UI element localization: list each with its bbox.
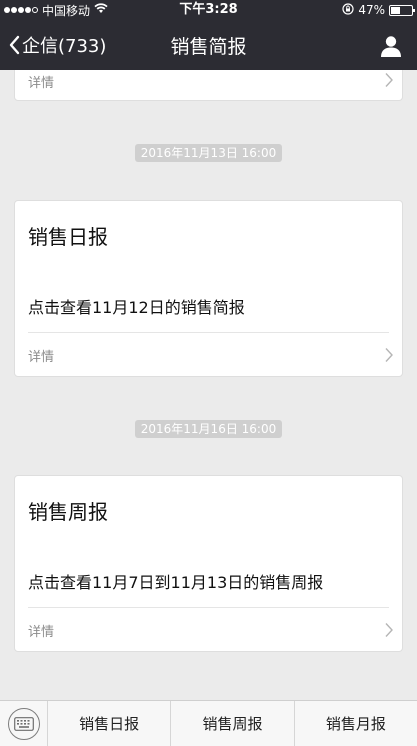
menu-item-weekly-report[interactable]: 销售周报 xyxy=(171,701,295,746)
battery-icon xyxy=(389,4,415,16)
message-card[interactable]: 销售日报 点击查看11月12日的销售简报 详情 xyxy=(14,200,403,377)
profile-icon[interactable] xyxy=(379,34,403,58)
menu-item-daily-report[interactable]: 销售日报 xyxy=(48,701,172,746)
divider xyxy=(28,332,389,333)
card-title: 销售周报 xyxy=(28,500,108,524)
screen: 中国移动 下午3:28 47% 企信(733) 销售简报 详情 2016年11月… xyxy=(0,0,417,746)
timestamp-label: 2016年11月13日 16:00 xyxy=(134,144,283,162)
page-title: 销售简报 xyxy=(170,35,247,58)
timestamp-label: 2016年11月16日 16:00 xyxy=(134,420,283,438)
keyboard-icon xyxy=(7,707,40,740)
message-card[interactable]: 销售周报 点击查看11月7日到11月13日的销售周报 详情 xyxy=(14,475,403,652)
message-list[interactable]: 详情 2016年11月13日 16:00 销售日报 点击查看11月12日的销售简… xyxy=(0,70,417,700)
keyboard-toggle-button[interactable] xyxy=(0,701,48,746)
detail-link[interactable]: 详情 xyxy=(28,72,54,91)
nav-bar: 企信(733) 销售简报 xyxy=(0,20,417,70)
chevron-right-icon xyxy=(384,72,394,88)
status-right: 47% xyxy=(342,2,415,18)
card-description: 点击查看11月12日的销售简报 xyxy=(28,298,245,317)
chevron-right-icon xyxy=(384,622,394,638)
detail-link[interactable]: 详情 xyxy=(28,346,54,365)
status-bar: 中国移动 下午3:28 47% xyxy=(0,0,417,20)
rotation-lock-icon xyxy=(342,2,354,18)
message-card[interactable]: 详情 xyxy=(14,70,403,101)
detail-link[interactable]: 详情 xyxy=(28,621,54,640)
divider xyxy=(28,607,389,608)
timestamp: 2016年11月13日 16:00 xyxy=(0,142,417,162)
menu-item-monthly-report[interactable]: 销售月报 xyxy=(295,701,417,746)
battery-percent: 47% xyxy=(358,3,385,17)
timestamp: 2016年11月16日 16:00 xyxy=(0,418,417,438)
bottom-menu: 销售日报 销售周报 销售月报 xyxy=(0,700,417,746)
card-title: 销售日报 xyxy=(28,225,108,249)
card-description: 点击查看11月7日到11月13日的销售周报 xyxy=(28,573,324,592)
chevron-right-icon xyxy=(384,347,394,363)
